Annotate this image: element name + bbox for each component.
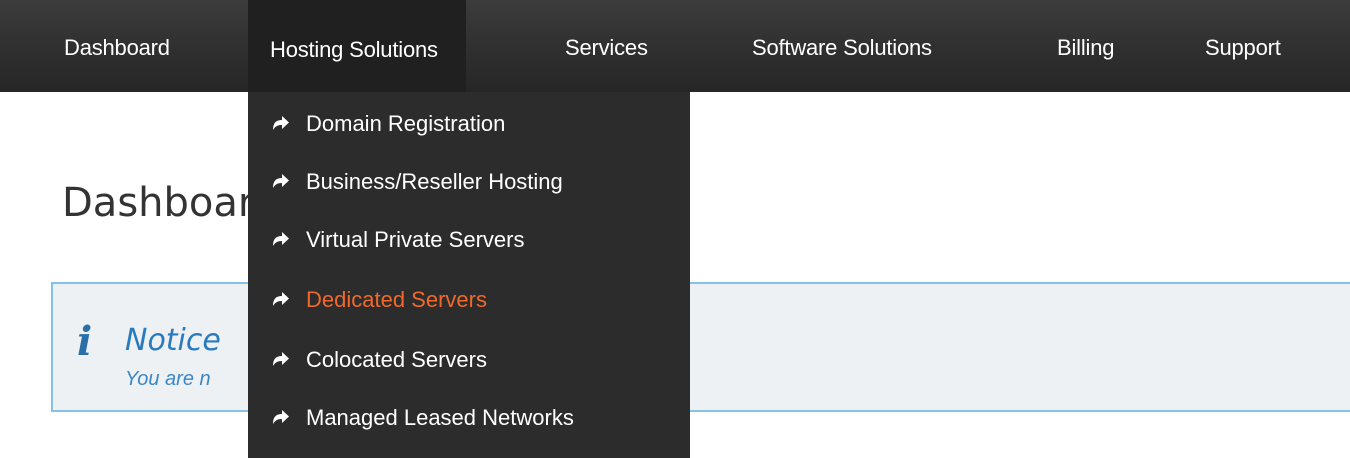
page-title: Dashboard	[62, 180, 280, 226]
forward-arrow-icon	[273, 410, 289, 424]
nav-billing[interactable]: Billing	[1057, 0, 1114, 92]
dropdown-item-label: Business/Reseller Hosting	[306, 169, 563, 194]
forward-arrow-icon	[273, 232, 289, 246]
forward-arrow-icon	[273, 292, 289, 306]
dropdown-item-dedicated-servers[interactable]: Dedicated Servers	[270, 280, 487, 320]
forward-arrow-icon	[273, 116, 289, 130]
notice-title: Notice	[125, 323, 221, 358]
dropdown-item-domain-registration[interactable]: Domain Registration	[270, 104, 505, 144]
dropdown-item-colocated-servers[interactable]: Colocated Servers	[270, 340, 487, 380]
info-icon: i	[77, 318, 93, 365]
notice-box: i Notice You are n	[51, 282, 1350, 412]
dropdown-item-label: Dedicated Servers	[306, 287, 487, 312]
forward-arrow-icon	[273, 174, 289, 188]
dropdown-item-label: Managed Leased Networks	[306, 405, 574, 430]
dropdown-item-virtual-private-servers[interactable]: Virtual Private Servers	[270, 220, 524, 260]
dropdown-item-label: Colocated Servers	[306, 347, 487, 372]
top-navbar: Dashboard Hosting Solutions Services Sof…	[0, 0, 1350, 92]
nav-software-solutions[interactable]: Software Solutions	[752, 0, 932, 92]
forward-arrow-icon	[273, 352, 289, 366]
dropdown-item-label: Domain Registration	[306, 111, 506, 136]
dropdown-item-label: Virtual Private Servers	[306, 227, 525, 252]
dropdown-item-managed-leased-networks[interactable]: Managed Leased Networks	[270, 398, 574, 438]
nav-dashboard[interactable]: Dashboard	[64, 0, 170, 92]
nav-hosting-solutions[interactable]: Hosting Solutions	[248, 0, 466, 92]
dropdown-item-business-reseller-hosting[interactable]: Business/Reseller Hosting	[270, 162, 563, 202]
nav-services[interactable]: Services	[565, 0, 648, 92]
notice-text: You are n	[125, 368, 211, 390]
hosting-solutions-dropdown: Domain Registration Business/Reseller Ho…	[248, 92, 690, 458]
nav-support[interactable]: Support	[1205, 0, 1281, 92]
